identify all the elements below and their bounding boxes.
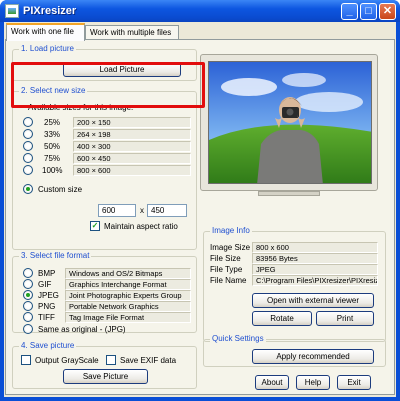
same-as-original-label: Same as original - (JPG) — [38, 325, 126, 334]
help-button[interactable]: Help — [296, 375, 330, 390]
format-radio-jpeg[interactable] — [23, 290, 33, 300]
image-info-title: Image Info — [210, 226, 252, 235]
load-picture-title: 1. Load picture — [19, 44, 76, 53]
size-value: 264 × 198 — [73, 129, 191, 140]
maintain-aspect-label: Maintain aspect ratio — [104, 222, 178, 231]
minimize-button[interactable]: _ — [341, 3, 358, 20]
format-description: Windows and OS/2 Bitmaps — [65, 268, 191, 279]
format-radio-bmp[interactable] — [23, 268, 33, 278]
size-radio-25[interactable] — [23, 117, 33, 127]
image-info-group: Image Info Image Size 800 x 600 File Siz… — [203, 226, 386, 342]
close-button[interactable]: ✕ — [379, 3, 396, 20]
info-label: Image Size — [210, 243, 251, 252]
info-value: C:\Program Files\PIXresizer\PIXresiz — [252, 275, 378, 286]
exit-button[interactable]: Exit — [337, 375, 371, 390]
info-label: File Size — [210, 254, 241, 263]
quick-settings-title: Quick Settings — [210, 334, 266, 343]
custom-size-label: Custom size — [38, 185, 83, 194]
quick-settings-group: Quick Settings Apply recommended — [203, 334, 386, 367]
format-code: JPEG — [38, 291, 59, 300]
save-picture-button[interactable]: Save Picture — [63, 369, 148, 384]
size-percent-label: 75% — [44, 154, 61, 163]
info-value: 800 x 600 — [252, 242, 378, 253]
custom-height-input[interactable]: 450 — [147, 204, 187, 217]
info-value: 83956 Bytes — [252, 253, 378, 264]
size-radio-33[interactable] — [23, 129, 33, 139]
app-icon — [5, 4, 19, 18]
tab-multiple-files[interactable]: Work with multiple files — [85, 25, 179, 40]
info-label: File Name — [210, 276, 247, 285]
app-window: PIXresizer _ □ ✕ Work with one file Work… — [0, 0, 400, 401]
window-title: PIXresizer — [23, 5, 77, 17]
size-value: 600 × 450 — [73, 153, 191, 164]
format-description: Portable Network Graphics — [65, 301, 191, 312]
maximize-button[interactable]: □ — [360, 3, 377, 20]
apply-recommended-button[interactable]: Apply recommended — [252, 349, 374, 364]
size-percent-label: 25% — [44, 118, 61, 127]
size-percent-label: 50% — [44, 142, 61, 151]
tab-one-file[interactable]: Work with one file — [6, 23, 85, 41]
format-description: Graphics Interchange Format — [65, 279, 191, 290]
print-button[interactable]: Print — [316, 311, 374, 326]
file-format-group: 3. Select file format BMP Windows and OS… — [12, 251, 197, 334]
size-radio-100[interactable] — [23, 165, 33, 175]
format-code: BMP — [38, 269, 56, 278]
custom-size-radio[interactable] — [23, 184, 33, 194]
client-area: Work with one file Work with multiple fi… — [4, 22, 396, 397]
exif-checkbox[interactable] — [106, 355, 116, 365]
save-picture-title: 4. Save picture — [19, 341, 77, 350]
format-code: PNG — [38, 302, 56, 311]
monitor-stand — [258, 191, 320, 196]
maintain-aspect-checkbox[interactable]: ✓ — [90, 221, 100, 231]
file-format-title: 3. Select file format — [19, 251, 92, 260]
image-preview — [200, 54, 378, 196]
open-external-viewer-button[interactable]: Open with external viewer — [252, 293, 374, 308]
format-code: TIFF — [38, 313, 55, 322]
format-radio-png[interactable] — [23, 301, 33, 311]
size-value: 200 × 150 — [73, 117, 191, 128]
custom-width-input[interactable]: 600 — [98, 204, 136, 217]
format-code: GIF — [38, 280, 52, 289]
title-bar[interactable]: PIXresizer _ □ ✕ — [0, 0, 400, 22]
size-separator: x — [140, 206, 144, 215]
size-percent-label: 100% — [42, 166, 63, 175]
grayscale-label: Output GrayScale — [35, 356, 99, 365]
size-value: 400 × 300 — [73, 141, 191, 152]
load-picture-highlight — [11, 62, 205, 108]
grayscale-checkbox[interactable] — [21, 355, 31, 365]
format-radio-gif[interactable] — [23, 279, 33, 289]
format-radio-same[interactable] — [23, 324, 33, 334]
size-radio-75[interactable] — [23, 153, 33, 163]
size-radio-50[interactable] — [23, 141, 33, 151]
preview-monitor-frame — [200, 54, 378, 191]
format-radio-tiff[interactable] — [23, 312, 33, 322]
exif-label: Save EXIF data — [120, 356, 177, 365]
about-button[interactable]: About — [255, 375, 289, 390]
info-label: File Type — [210, 265, 243, 274]
size-value: 800 × 600 — [73, 165, 191, 176]
size-percent-label: 33% — [44, 130, 61, 139]
info-value: JPEG — [252, 264, 378, 275]
format-description: Joint Photographic Experts Group — [65, 290, 191, 301]
format-description: Tag Image File Format — [65, 312, 191, 323]
preview-screen — [208, 61, 372, 184]
rotate-button[interactable]: Rotate — [252, 311, 312, 326]
preview-photo — [209, 62, 371, 183]
save-picture-group: 4. Save picture Output GrayScale Save EX… — [12, 341, 197, 389]
select-size-group: 2. Select new size Available sizes for t… — [12, 86, 197, 250]
